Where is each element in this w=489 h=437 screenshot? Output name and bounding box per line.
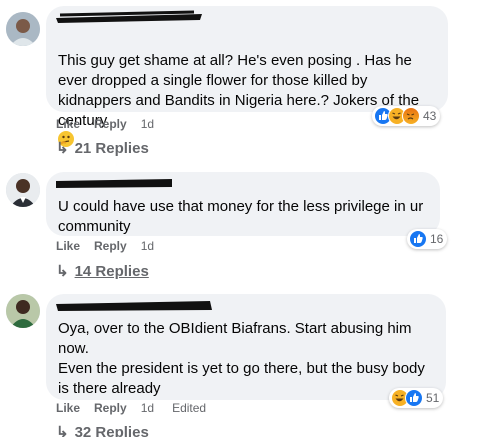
avatar[interactable] (6, 294, 40, 328)
replies-count: 21 Replies (74, 139, 149, 157)
comment-text: Oya, over to the OBIdient Biafrans. Star… (58, 320, 425, 397)
comment-actions: Like Reply 1d (56, 116, 154, 132)
view-replies-button[interactable]: ↳ 14 Replies (56, 262, 149, 281)
view-replies-button[interactable]: ↳ 32 Replies (56, 423, 149, 437)
comment-actions: Like Reply 1d (56, 238, 154, 254)
edited-label: Edited (172, 401, 207, 415)
redacted-author-name (56, 179, 428, 193)
redacted-author-name (56, 301, 434, 315)
comment-bubble: U could have use that money for the less… (46, 172, 440, 236)
timestamp[interactable]: 1d (141, 116, 154, 132)
reply-button[interactable]: Reply (94, 238, 127, 254)
reaction-count: 51 (426, 391, 440, 405)
comment-3: Oya, over to the OBIdient Biafrans. Star… (0, 290, 489, 437)
angry-icon (402, 107, 420, 125)
reaction-summary[interactable]: 16 (407, 229, 448, 249)
comment-bubble: Oya, over to the OBIdient Biafrans. Star… (46, 294, 446, 400)
timestamp[interactable]: 1d (141, 400, 154, 416)
reply-button[interactable]: Reply (94, 400, 127, 416)
reaction-summary[interactable]: 51 (389, 388, 444, 408)
like-button[interactable]: Like (56, 400, 80, 416)
reply-arrow-icon: ↳ (56, 263, 69, 280)
reaction-summary[interactable]: 43 (372, 106, 441, 126)
comment-text: U could have use that money for the less… (58, 198, 424, 235)
replies-count: 14 Replies (74, 262, 149, 280)
like-button[interactable]: Like (56, 238, 80, 254)
reaction-count: 16 (430, 232, 444, 246)
comment-bubble: This guy get shame at all? He's even pos… (46, 6, 448, 147)
reply-arrow-icon: ↳ (56, 140, 69, 157)
like-icon (405, 389, 423, 407)
comment-2: U could have use that money for the less… (0, 165, 489, 290)
avatar[interactable] (6, 173, 40, 207)
replies-count: 32 Replies (74, 423, 149, 437)
redacted-author-name (56, 10, 436, 27)
like-button[interactable]: Like (56, 116, 80, 132)
reaction-count: 43 (423, 109, 437, 123)
avatar[interactable] (6, 12, 40, 46)
reply-arrow-icon: ↳ (56, 424, 69, 437)
reply-button[interactable]: Reply (94, 116, 127, 132)
timestamp[interactable]: 1d (141, 238, 154, 254)
like-icon (409, 230, 427, 248)
comment-1: This guy get shame at all? He's even pos… (0, 0, 489, 165)
view-replies-button[interactable]: ↳ 21 Replies (56, 139, 149, 158)
comment-actions: Like Reply 1d Edited (56, 400, 206, 416)
